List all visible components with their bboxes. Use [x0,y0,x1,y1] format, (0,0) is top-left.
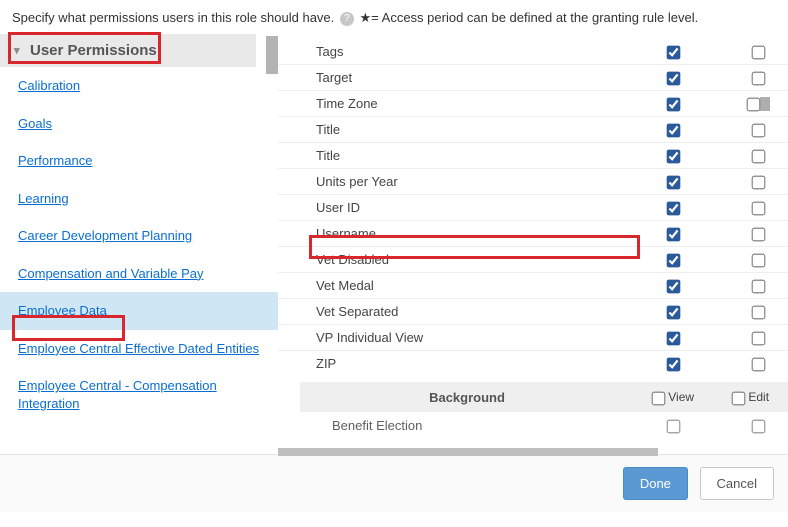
row-checkbox-a[interactable] [666,358,680,372]
sidebar-item-link[interactable]: Career Development Planning [18,227,192,245]
row-checkbox-b[interactable] [746,97,760,111]
row-checkbox-b[interactable] [751,358,765,372]
subheader-view-label: View [668,390,694,404]
content-h-scrollbar[interactable] [278,448,788,456]
row-checkbox-a[interactable] [666,306,680,320]
row-checkbox-b[interactable] [751,228,765,242]
section-title: User Permissions [30,42,157,59]
table-row: Benefit Election [278,412,788,438]
sidebar-scrollbar[interactable] [266,36,278,74]
row-label: Time Zone [316,96,618,111]
row-checkbox-a[interactable] [666,254,680,268]
table-row: Username [278,220,788,246]
row-checkbox-a[interactable] [666,46,680,60]
table-row: Title [278,142,788,168]
sidebar-item-link[interactable]: Learning [18,190,69,208]
subheader-view-checkbox[interactable] [652,391,666,405]
subheader-edit-checkbox[interactable] [732,391,746,405]
help-icon[interactable]: ? [340,12,354,26]
sidebar-item[interactable]: Goals [0,105,278,143]
sidebar-item-link[interactable]: Compensation and Variable Pay [18,265,204,283]
row-label: Username [316,226,618,241]
row-checkbox-b[interactable] [751,176,765,190]
cancel-button[interactable]: Cancel [700,467,774,500]
row-checkbox-b[interactable] [751,306,765,320]
row-checkbox-a[interactable] [666,98,680,112]
sidebar-item[interactable]: Employee Data [0,292,278,330]
row-checkbox-b[interactable] [751,124,765,138]
sidebar-item-link[interactable]: Performance [18,152,92,170]
row-label: Target [316,70,618,85]
row-label: Tags [316,44,618,59]
table-row: User ID [278,194,788,220]
row-checkbox-a[interactable] [666,202,680,216]
sidebar-item[interactable]: Employee Central - Compensation Integrat… [0,367,278,422]
chevron-down-icon: ▾ [14,44,20,57]
sidebar-item-link[interactable]: Employee Central - Compensation Integrat… [18,377,266,412]
subheader-edit-label: Edit [748,390,769,404]
row-checkbox-a[interactable] [666,420,680,434]
row-checkbox-a[interactable] [666,124,680,138]
sidebar-item[interactable]: Learning [0,180,278,218]
sidebar-item[interactable]: Career Development Planning [0,217,278,255]
sidebar-item[interactable]: Employee Central Effective Dated Entitie… [0,330,278,368]
row-checkbox-b[interactable] [751,332,765,346]
row-checkbox-b[interactable] [751,150,765,164]
row-label: Vet Separated [316,304,618,319]
star-note: ★= Access period can be defined at the g… [360,10,699,25]
row-label: Units per Year [316,174,618,189]
row-checkbox-a[interactable] [666,150,680,164]
subheader-edit[interactable]: Edit [732,390,769,404]
table-row: Title [278,116,788,142]
sidebar-item-link[interactable]: Employee Central Effective Dated Entitie… [18,340,259,358]
table-row: Vet Medal [278,272,788,298]
scrollbar-thumb[interactable] [278,448,658,456]
subheader-title: Background [316,390,618,405]
subheader-view[interactable]: View [652,390,694,404]
sidebar-item-link[interactable]: Goals [18,115,52,133]
row-checkbox-b[interactable] [751,254,765,268]
row-checkbox-b[interactable] [751,72,765,86]
footer: Done Cancel [0,454,788,512]
row-checkbox-a[interactable] [666,280,680,294]
table-row: Vet Disabled [278,246,788,272]
table-row: Units per Year [278,168,788,194]
table-row: Tags [278,38,788,64]
table-row: Vet Separated [278,298,788,324]
row-checkbox-a[interactable] [666,72,680,86]
row-checkbox-a[interactable] [666,176,680,190]
table-row: VP Individual View [278,324,788,350]
row-label: Vet Disabled [316,252,618,267]
row-checkbox-b[interactable] [751,202,765,216]
row-checkbox-b[interactable] [751,420,765,434]
table-row: Time Zone [278,90,788,116]
row-label: VP Individual View [316,330,618,345]
row-checkbox-a[interactable] [666,228,680,242]
row-label: ZIP [316,356,618,371]
sidebar: ▾ User Permissions Calibration Goals Perfo… [0,34,278,454]
sidebar-item[interactable]: Performance [0,142,278,180]
subheader-background: Background View Edit [300,382,788,412]
row-checkbox-a[interactable] [666,332,680,346]
row-checkbox-b[interactable] [751,46,765,60]
hint-text: Specify what permissions users in this r… [12,10,334,25]
sidebar-item-link[interactable]: Calibration [18,77,80,95]
row-checkbox-b[interactable] [751,280,765,294]
row-label: User ID [316,200,618,215]
row-label: Vet Medal [316,278,618,293]
sidebar-section-header[interactable]: ▾ User Permissions [0,34,256,67]
sidebar-item-link[interactable]: Employee Data [18,302,107,320]
sidebar-item[interactable]: Calibration [0,67,278,105]
extra-indicator [760,97,770,111]
content: Tags Target Time Zone Title Title Units per Y… [278,34,788,454]
table-row: Target [278,64,788,90]
done-button[interactable]: Done [623,467,688,500]
row-label: Title [316,122,618,137]
row-label: Title [316,148,618,163]
row-label: Benefit Election [332,418,618,433]
table-row: ZIP [278,350,788,376]
sidebar-item[interactable]: Compensation and Variable Pay [0,255,278,293]
